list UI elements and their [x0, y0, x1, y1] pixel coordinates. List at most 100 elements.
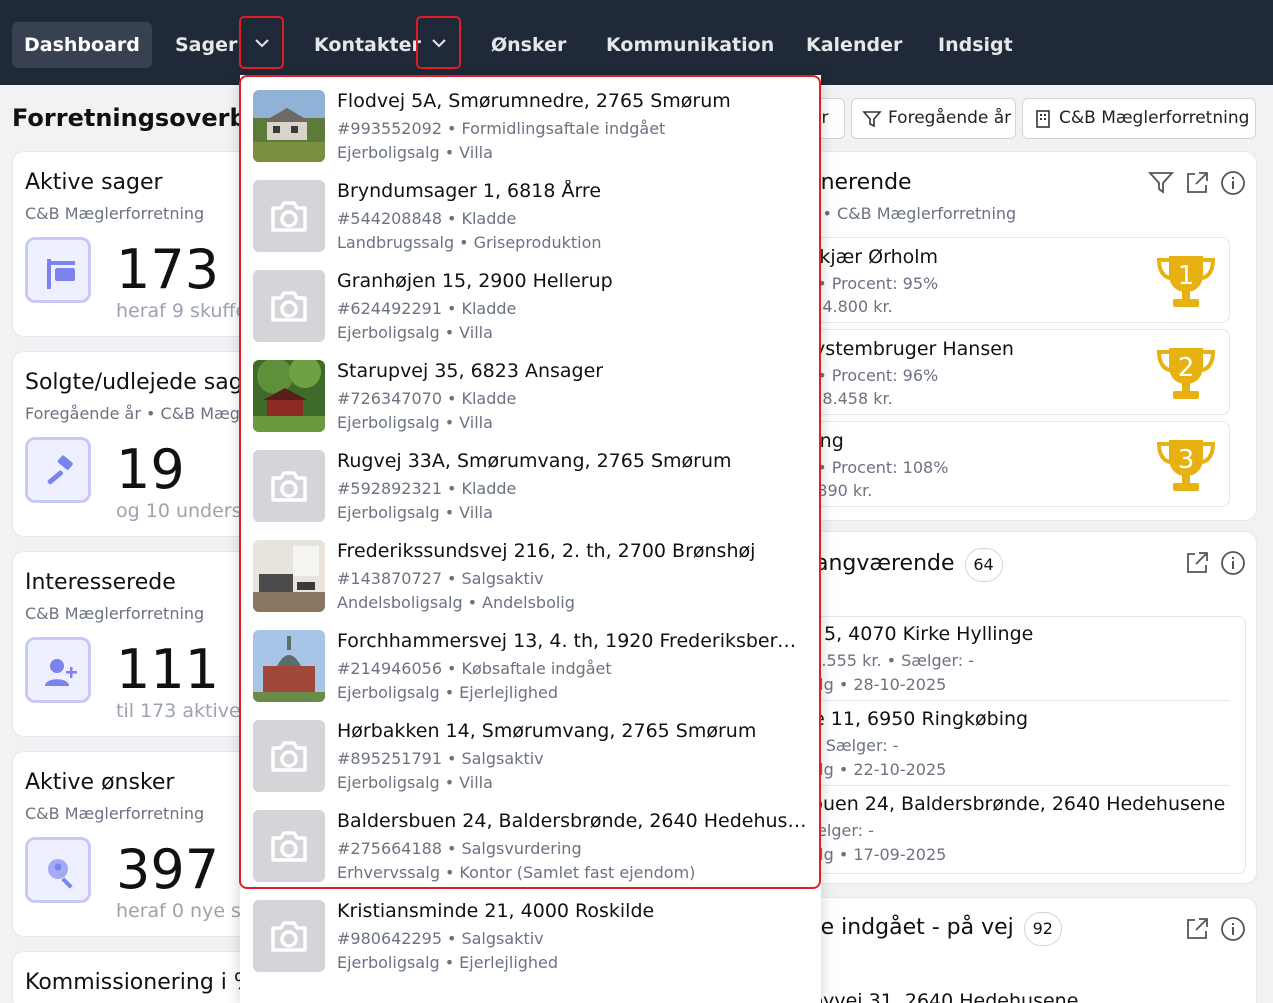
company-filter-button[interactable]: C&B Mæglerforretning: [1022, 98, 1256, 139]
ranking-detail: g • Procent: 95%: [802, 274, 939, 293]
trophy-icon: 3: [1156, 440, 1216, 491]
case-id-status: #214946056 • Købsaftale indgået: [337, 659, 612, 678]
case-id-status: #993552092 • Formidlingsaftale indgået: [337, 119, 666, 138]
nav-kommunikation[interactable]: Kommunikation: [594, 22, 786, 68]
info-icon[interactable]: [1220, 170, 1246, 196]
kontakter-dropdown-toggle[interactable]: [416, 16, 461, 69]
dropdown-case-item[interactable]: Forchhammersvej 13, 4. th, 1920 Frederik…: [240, 615, 821, 705]
list-item[interactable]: de 11, 6950 Ringkøbing . • Sælger: - sal…: [781, 701, 1230, 786]
case-type: Landbrugssalg • Griseproduktion: [337, 233, 602, 252]
ranking-detail: g • Procent: 96%: [802, 366, 939, 385]
camera-icon: [253, 720, 325, 792]
dropdown-case-item[interactable]: Starupvej 35, 6823 Ansager #726347070 • Kla…: [240, 345, 821, 435]
case-id-status: #544208848 • Kladde: [337, 209, 517, 228]
case-id: #980642295: [337, 929, 443, 948]
dropdown-case-item[interactable]: Bryndumsager 1, 6818 Årre #544208848 • Klad…: [240, 165, 821, 255]
case-address: Granhøjen 15, 2900 Hellerup: [337, 270, 613, 292]
case-status: Salgsaktiv: [461, 569, 544, 588]
dropdown-case-item[interactable]: Kristiansminde 21, 4000 Roskilde #9806422…: [240, 885, 821, 975]
case-id-status: #726347070 • Kladde: [337, 389, 517, 408]
kpi-value: 397: [116, 838, 220, 901]
case-id-status: #624492291 • Kladde: [337, 299, 517, 318]
property-photo: [253, 360, 325, 432]
case-status: Kladde: [461, 299, 517, 318]
card-subtitle: C&B Mæglerforretning: [25, 804, 205, 823]
camera-icon: [253, 450, 325, 522]
list-item[interactable]: ej 5, 4070 Kirke Hyllinge 35.555 kr. • S…: [781, 616, 1230, 701]
ranking-row[interactable]: Systembruger Hansen g • Procent: 96% 438…: [781, 329, 1230, 415]
card-subtitle: C&B Mæglerforretning: [25, 604, 205, 623]
case-property-kind: Ejerlejlighed: [459, 683, 559, 702]
svg-text:1: 1: [1178, 261, 1195, 291]
case-type: Ejerboligsalg • Ejerlejlighed: [337, 953, 559, 972]
case-id-status: #895251791 • Salgsaktiv: [337, 749, 544, 768]
filter-icon[interactable]: [1148, 170, 1174, 196]
case-address: Flodvej 5A, Smørumnedre, 2765 Smørum: [337, 90, 731, 112]
dropdown-case-item[interactable]: Flodvej 5A, Smørumnedre, 2765 Smørum #993…: [240, 75, 821, 165]
camera-icon: [253, 900, 325, 972]
case-id: #993552092: [337, 119, 443, 138]
case-sale-type: Ejerboligsalg: [337, 143, 440, 162]
case-type: Ejerboligsalg • Villa: [337, 773, 493, 792]
case-address: Bryndumsager 1, 6818 Årre: [337, 180, 602, 202]
building-icon: [1036, 110, 1050, 128]
user-plus-icon: [25, 637, 91, 703]
filter-icon: [862, 111, 882, 128]
case-property-kind: Villa: [459, 323, 493, 342]
case-id-status: #980642295 • Salgsaktiv: [337, 929, 544, 948]
external-link-icon[interactable]: [1184, 170, 1210, 196]
case-address: Starupvej 35, 6823 Ansager: [337, 360, 604, 382]
case-property-kind: Villa: [459, 143, 493, 162]
list-item[interactable]: sbuen 24, Baldersbrønde, 2640 Hedehusene…: [781, 786, 1246, 871]
card-title: gangværende 64: [801, 548, 1003, 582]
kpi-value: 173: [116, 238, 220, 301]
case-address: Frederikssundsvej 216, 2. th, 2700 Brøns…: [337, 540, 756, 562]
case-id: #726347070: [337, 389, 443, 408]
dropdown-case-item[interactable]: Baldersbuen 24, Baldersbrønde, 2640 Hede…: [240, 795, 821, 885]
external-link-icon[interactable]: [1184, 550, 1210, 576]
sign-icon: [25, 237, 91, 303]
case-status: Kladde: [461, 479, 517, 498]
list-item-date: salg • 28-10-2025: [801, 675, 947, 694]
svg-text:2: 2: [1178, 353, 1195, 383]
list-item-title: sbuen 24, Baldersbrønde, 2640 Hedehusene: [801, 793, 1226, 815]
list-item-title: de 11, 6950 Ringkøbing: [801, 708, 1029, 730]
case-property-kind: Villa: [459, 773, 493, 792]
page-title: Forretningsoverblik: [12, 104, 280, 132]
sager-dropdown-toggle[interactable]: [239, 16, 284, 69]
dropdown-case-item[interactable]: Rugvej 33A, Smørumvang, 2765 Smørum #5928…: [240, 435, 821, 525]
ranking-row[interactable]: stkjær Ørholm g • Procent: 95% 884.800 k…: [781, 237, 1230, 323]
nav-dashboard[interactable]: Dashboard: [12, 22, 152, 68]
dropdown-case-item[interactable]: Hørbakken 14, Smørumvang, 2765 Smørum #89…: [240, 705, 821, 795]
info-icon[interactable]: [1220, 916, 1246, 942]
case-property-kind: Villa: [459, 503, 493, 522]
info-icon[interactable]: [1220, 550, 1246, 576]
nav-indsigt[interactable]: Indsigt: [926, 22, 1025, 68]
card-subtitle: år • C&B Mæglerforretning: [801, 204, 1017, 223]
period-filter-button[interactable]: Foregående år: [851, 98, 1016, 139]
ranking-row[interactable]: Jung g • Procent: 108% 1.890 kr. 3: [781, 421, 1230, 507]
external-link-icon[interactable]: [1184, 916, 1210, 942]
nav-kontakter[interactable]: Kontakter: [302, 22, 433, 68]
list-item-detail: 35.555 kr. • Sælger: -: [801, 651, 974, 670]
case-address: Hørbakken 14, Smørumvang, 2765 Smørum: [337, 720, 757, 742]
trophy-icon: 1: [1156, 256, 1216, 307]
case-property-kind: Ejerlejlighed: [459, 953, 559, 972]
nav-onsker[interactable]: Ønsker: [479, 22, 578, 68]
case-type: Erhvervssalg • Kontor (Samlet fast ejendom…: [337, 863, 696, 882]
case-id: #592892321: [337, 479, 443, 498]
case-status: Kladde: [461, 389, 517, 408]
card-title: ale indgået - på vej 92: [801, 912, 1062, 946]
nav-sager[interactable]: Sager: [163, 22, 249, 68]
camera-icon: [253, 810, 325, 882]
dropdown-case-item[interactable]: Frederikssundsvej 216, 2. th, 2700 Brøns…: [240, 525, 821, 615]
case-address: Forchhammersvej 13, 4. th, 1920 Frederik…: [337, 630, 807, 652]
dropdown-case-item[interactable]: Granhøjen 15, 2900 Hellerup #624492291 • Kl…: [240, 255, 821, 345]
gavel-icon: [25, 437, 91, 503]
nav-kalender[interactable]: Kalender: [794, 22, 914, 68]
list-item-date: salg • 17-09-2025: [801, 845, 947, 864]
case-sale-type: Ejerboligsalg: [337, 503, 440, 522]
list-item-title: ej 5, 4070 Kirke Hyllinge: [801, 623, 1034, 645]
case-address: Kristiansminde 21, 4000 Roskilde: [337, 900, 655, 922]
case-id: #214946056: [337, 659, 443, 678]
